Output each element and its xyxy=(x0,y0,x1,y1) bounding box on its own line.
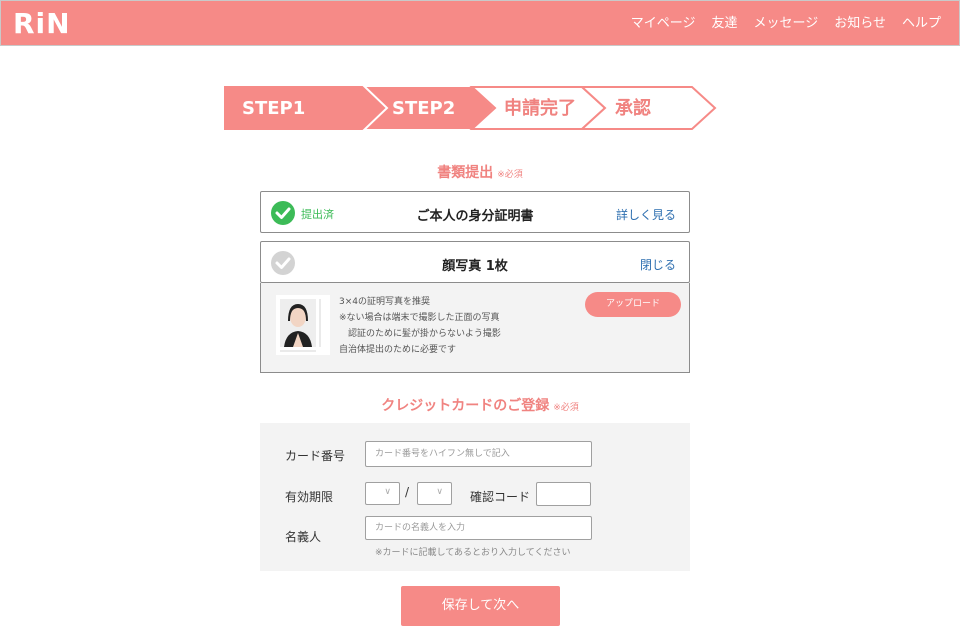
photo-detail-panel: 3×4の証明写真を推奨 ※ない場合は端末で撮影した正面の写真 認証のために髪が掛… xyxy=(260,283,690,373)
step3-label: 申請完了 xyxy=(504,98,576,119)
instruction-line: 3×4の証明写真を推奨 xyxy=(339,297,430,307)
submitted-status: 提出済 xyxy=(301,208,334,221)
save-and-next-button[interactable]: 保存して次へ xyxy=(401,586,560,626)
chevron-down-icon: ∨ xyxy=(384,487,391,497)
documents-section-title: 書類提出 ※必須 xyxy=(0,162,960,182)
nav-notifications[interactable]: お知らせ xyxy=(834,15,886,33)
chevron-down-icon: ∨ xyxy=(436,487,443,497)
step2-label: STEP2 xyxy=(392,98,456,119)
cvc-input[interactable] xyxy=(536,482,591,506)
nav-messages[interactable]: メッセージ xyxy=(753,15,818,33)
card-section-title: クレジットカードのご登録 ※必須 xyxy=(0,395,960,415)
photo-document-row: 顔写真 1枚 閉じる xyxy=(260,241,690,283)
instruction-line: 認証のために髪が掛からないよう撮影 xyxy=(339,329,501,339)
view-details-link[interactable]: 詳しく見る xyxy=(616,206,676,223)
documents-required: ※必須 xyxy=(497,170,523,180)
expiry-month-select[interactable]: ∨ xyxy=(365,482,400,505)
photo-document-title: 顔写真 1枚 xyxy=(442,259,508,274)
top-nav: マイページ 友達 メッセージ お知らせ ヘルプ xyxy=(631,15,941,33)
instruction-line: 自治体提出のために必要です xyxy=(339,345,457,355)
nav-help[interactable]: ヘルプ xyxy=(902,15,941,33)
app-header: RiN マイページ 友達 メッセージ お知らせ ヘルプ xyxy=(0,0,960,46)
card-form: カード番号 カード番号をハイフン無しで記入 有効期限 ∨ / ∨ 確認コード 名… xyxy=(260,423,690,571)
card-note: ※カードに記載してあるとおり入力してください xyxy=(375,548,571,558)
card-holder-input[interactable]: カードの名義人を入力 xyxy=(365,516,592,540)
logo[interactable]: RiN xyxy=(13,8,71,40)
card-number-label: カード番号 xyxy=(285,449,346,463)
progress-steps: STEP1 STEP2 申請完了 承認 xyxy=(224,86,720,130)
card-number-input[interactable]: カード番号をハイフン無しで記入 xyxy=(365,441,592,467)
close-link[interactable]: 閉じる xyxy=(640,256,676,273)
sample-id-photo xyxy=(276,295,330,355)
step4-label: 承認 xyxy=(615,98,651,119)
expiry-year-select[interactable]: ∨ xyxy=(417,482,452,505)
nav-mypage[interactable]: マイページ xyxy=(631,15,696,33)
card-holder-label: 名義人 xyxy=(285,530,322,544)
photo-instructions: 3×4の証明写真を推奨 ※ない場合は端末で撮影した正面の写真 認証のために髪が掛… xyxy=(339,294,501,358)
expiry-separator: / xyxy=(405,485,410,499)
card-title: クレジットカードのご登録 xyxy=(381,398,550,414)
step1-label: STEP1 xyxy=(242,98,306,119)
expiry-label: 有効期限 xyxy=(285,490,334,504)
card-required: ※必須 xyxy=(553,403,579,413)
upload-button[interactable]: アップロード xyxy=(585,292,681,317)
id-document-row: 提出済 ご本人の身分証明書 詳しく見る xyxy=(260,191,690,233)
check-circle-icon xyxy=(271,201,295,225)
check-circle-icon xyxy=(271,251,295,275)
nav-friends[interactable]: 友達 xyxy=(711,15,737,33)
cvc-label: 確認コード xyxy=(470,490,531,504)
documents-title: 書類提出 xyxy=(437,165,494,181)
instruction-line: ※ない場合は端末で撮影した正面の写真 xyxy=(339,313,500,323)
